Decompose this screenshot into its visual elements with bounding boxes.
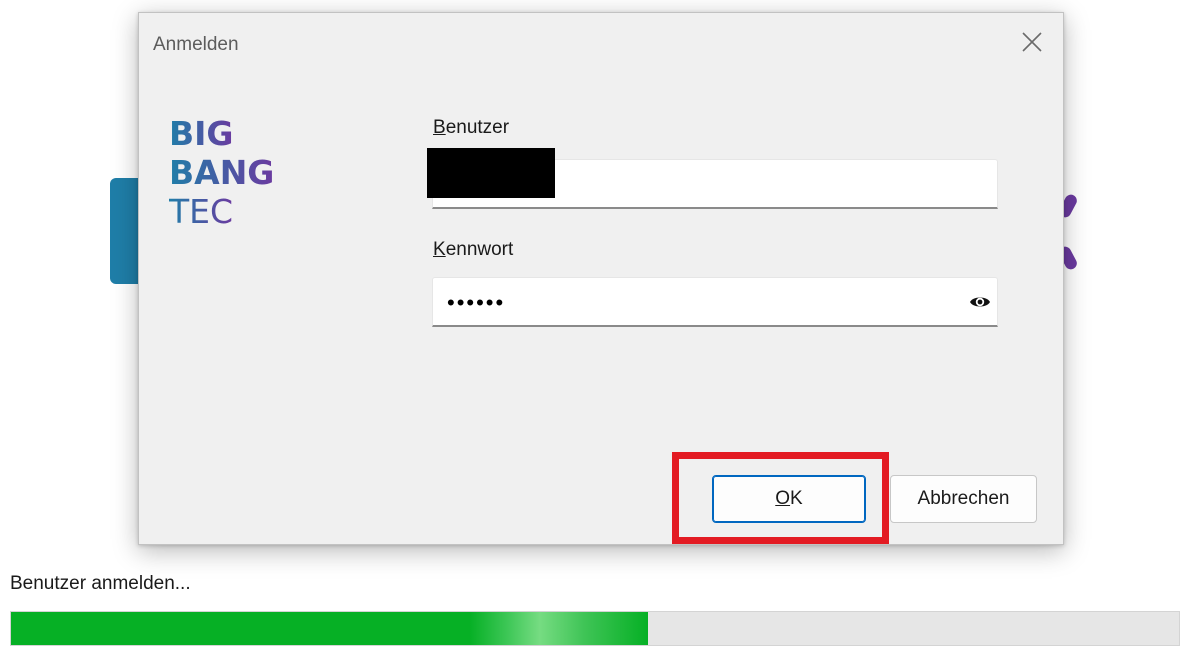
user-label: Benutzer (433, 117, 510, 138)
close-icon (1022, 32, 1042, 52)
dialog-title: Anmelden (153, 34, 239, 55)
logo-line-big: BIG (169, 115, 234, 153)
redacted-username (427, 148, 555, 198)
bigbangtec-logo: BIG BANG TEC (169, 115, 319, 245)
progress-bar (10, 611, 1180, 646)
cancel-button[interactable]: Abbrechen (890, 475, 1037, 523)
eye-icon (970, 297, 990, 307)
progress-fill (11, 612, 648, 645)
ok-button[interactable]: OK (712, 475, 866, 523)
close-button[interactable] (1017, 27, 1047, 57)
password-input[interactable]: •••••• (432, 277, 998, 327)
reveal-password-button[interactable] (969, 291, 991, 313)
password-label: Kennwort (433, 239, 514, 260)
logo-line-bang: BANG (169, 153, 274, 192)
logo-line-tec: TEC (169, 192, 233, 231)
password-masked-value: •••••• (447, 290, 506, 315)
login-dialog: Anmelden BIG BANG TEC Benutzer Kennwort … (138, 12, 1064, 545)
user-input[interactable] (427, 148, 998, 209)
status-text: Benutzer anmelden... (10, 573, 191, 594)
